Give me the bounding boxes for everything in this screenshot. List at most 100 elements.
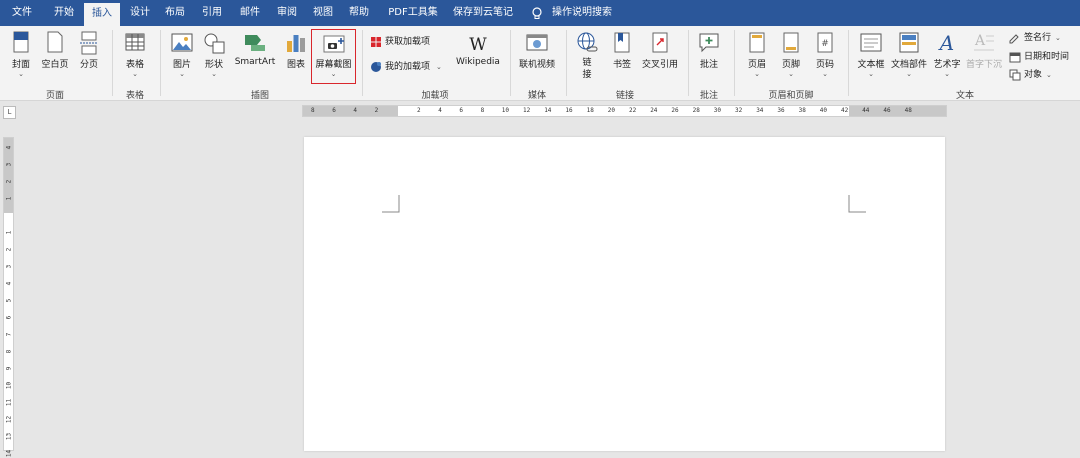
ruler-tick-label: 2 [417, 107, 421, 114]
header-button[interactable]: 页眉 ⌄ [742, 31, 772, 78]
wikipedia-button[interactable]: W Wikipedia [452, 33, 504, 67]
ruler-tick-label: 4 [5, 145, 13, 150]
tab-mailings[interactable]: 邮件 [232, 0, 268, 26]
footer-button[interactable]: 页脚 ⌄ [776, 31, 806, 78]
group-label-addins: 加载项 [421, 91, 449, 101]
tab-file[interactable]: 文件 [4, 0, 40, 26]
svg-text:#: # [821, 39, 829, 49]
ruler-tick-label: 36 [777, 107, 785, 114]
ruler-tick-label: 12 [523, 107, 531, 114]
my-addins-button[interactable]: 我的加载项 ⌄ [370, 59, 442, 75]
cross-reference-button[interactable]: 交叉引用 [639, 31, 681, 70]
object-button[interactable]: 对象 ⌄ [1009, 67, 1052, 83]
ruler-tick-label: 10 [501, 107, 510, 114]
chevron-down-icon: ⌄ [179, 70, 185, 78]
online-video-button[interactable]: 联机视频 [515, 31, 559, 70]
ruler-tick-label: 40 [819, 107, 828, 114]
ruler-tick-label: 22 [629, 107, 637, 114]
drop-cap-label: 首字下沉 [966, 60, 1003, 70]
signature-line-button[interactable]: 签名行 ⌄ [1009, 30, 1061, 46]
textbox-button[interactable]: 文本框 ⌄ [854, 31, 888, 78]
globe-link-icon [577, 32, 598, 52]
wordart-button[interactable]: A 艺术字 ⌄ [930, 31, 964, 78]
ruler-tick-label: 46 [883, 107, 891, 114]
page-number-button[interactable]: # 页码 ⌄ [810, 31, 840, 78]
table-button[interactable]: 表格 ⌄ [120, 31, 150, 78]
textbox-icon [860, 33, 882, 52]
shapes-button[interactable]: 形状 ⌄ [200, 31, 228, 78]
ruler-tick-label: 2 [374, 107, 379, 114]
smartart-button[interactable]: SmartArt [232, 31, 278, 67]
group-label-links: 链接 [615, 91, 634, 101]
wordart-label: 艺术字 [933, 60, 961, 70]
tab-layout[interactable]: 布局 [157, 0, 193, 26]
header-label: 页眉 [747, 60, 766, 70]
ruler-tick-label: 14 [544, 107, 552, 114]
ruler-tick-label: 12 [5, 415, 13, 424]
chevron-down-icon: ⌄ [944, 70, 950, 78]
date-time-button[interactable]: 日期和时间 [1009, 49, 1069, 65]
bookmark-button[interactable]: 书签 [607, 31, 637, 70]
bookmark-label: 书签 [612, 60, 631, 70]
tab-pdf-tools[interactable]: PDF工具集 [383, 0, 443, 26]
cover-page-button[interactable]: 封面 ⌄ [8, 31, 34, 78]
chevron-down-icon: ⌄ [18, 70, 24, 78]
drop-cap-button[interactable]: A 首字下沉 [966, 31, 1002, 70]
crop-mark-top-left [382, 195, 400, 213]
cross-reference-label: 交叉引用 [641, 60, 678, 70]
picture-button[interactable]: 图片 ⌄ [168, 31, 196, 78]
quick-parts-button[interactable]: 文档部件 ⌄ [889, 31, 929, 78]
get-addins-button[interactable]: 获取加载项 [370, 34, 430, 50]
page-break-button[interactable]: 分页 [76, 31, 102, 70]
cover-page-icon [13, 31, 29, 53]
ruler-tick-label: 18 [586, 107, 594, 114]
my-addins-label: 我的加载项 [385, 62, 431, 72]
tab-design[interactable]: 设计 [122, 0, 158, 26]
online-video-label: 联机视频 [518, 60, 555, 70]
tab-cloud-notes[interactable]: 保存到云笔记 [447, 0, 519, 26]
get-addins-label: 获取加载项 [385, 37, 431, 47]
tab-view[interactable]: 视图 [305, 0, 341, 26]
ruler-tick-label: 24 [650, 107, 658, 114]
cover-page-label: 封面 [11, 60, 30, 70]
tab-review[interactable]: 审阅 [269, 0, 305, 26]
group-divider [848, 30, 849, 96]
svg-text:A: A [938, 31, 954, 55]
date-time-label: 日期和时间 [1024, 52, 1070, 62]
ruler-tick-label: 10 [5, 381, 13, 390]
group-divider [112, 30, 113, 96]
link-button[interactable]: 链 接 [572, 31, 602, 81]
group-label-tables: 表格 [125, 91, 144, 101]
vertical-ruler[interactable]: 4 3 2 1 1 2 3 4 5 6 7 8 9 10 11 12 13 14 [3, 137, 14, 457]
blank-page-button[interactable]: 空白页 [38, 31, 72, 70]
ruler-tick-label: 6 [332, 107, 336, 114]
ruler-left-margin [303, 106, 398, 116]
ribbon-tab-bar: 文件 开始 插入 设计 布局 引用 邮件 审阅 视图 帮助 PDF工具集 保存到… [0, 0, 1080, 26]
calendar-icon [1009, 52, 1021, 62]
horizontal-ruler[interactable]: 8 6 4 2 2 4 6 8 10 12 14 16 18 20 22 24 26 28 30 32 34 36 38 40… [302, 105, 947, 117]
blank-page-icon [47, 31, 63, 53]
tab-references[interactable]: 引用 [194, 0, 230, 26]
ruler-tick-label: 3 [5, 162, 13, 167]
tab-selector-button[interactable]: L [3, 106, 16, 119]
chevron-down-icon: ⌄ [868, 70, 874, 78]
lightbulb-icon[interactable] [530, 6, 544, 20]
group-label-pages: 页面 [45, 91, 64, 101]
tab-home[interactable]: 开始 [46, 0, 82, 26]
ruler-tick-label: 9 [5, 366, 13, 371]
ruler-tick-label: 48 [904, 107, 912, 114]
comment-icon [699, 33, 719, 53]
document-page[interactable] [304, 137, 945, 451]
ruler-tick-label: 8 [480, 107, 485, 114]
page-number-icon: # [817, 32, 833, 53]
group-divider [362, 30, 363, 96]
tell-me-search[interactable]: 操作说明搜索 [550, 0, 614, 26]
crop-mark-top-right [848, 195, 866, 213]
textbox-label: 文本框 [857, 60, 885, 70]
tab-insert[interactable]: 插入 [84, 3, 120, 26]
tab-help[interactable]: 帮助 [341, 0, 377, 26]
footer-label: 页脚 [781, 60, 800, 70]
comment-button[interactable]: 批注 [694, 31, 724, 70]
ruler-tick-label: 1 [5, 196, 13, 201]
chart-button[interactable]: 图表 [283, 31, 309, 70]
